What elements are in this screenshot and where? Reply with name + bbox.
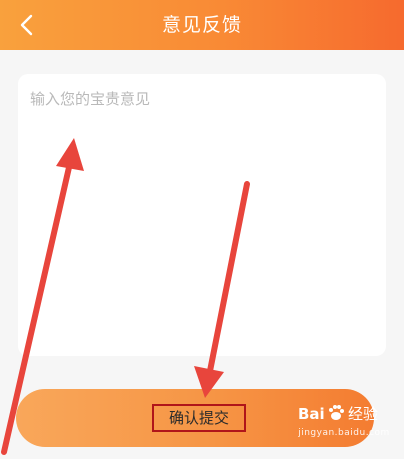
baidu-paw-logo-icon: Bai 经验: [298, 405, 378, 423]
baidu-jingyan-watermark: Bai 经验 jingyan.baidu.com: [298, 402, 390, 438]
feedback-card: [18, 74, 386, 356]
svg-text:经验: 经验: [348, 405, 378, 423]
page-title: 意见反馈: [161, 14, 242, 36]
svg-text:Bai: Bai: [298, 405, 325, 423]
header-bar: 意见反馈: [0, 0, 404, 50]
watermark-url: jingyan.baidu.com: [298, 428, 390, 438]
feedback-input[interactable]: [30, 88, 374, 342]
